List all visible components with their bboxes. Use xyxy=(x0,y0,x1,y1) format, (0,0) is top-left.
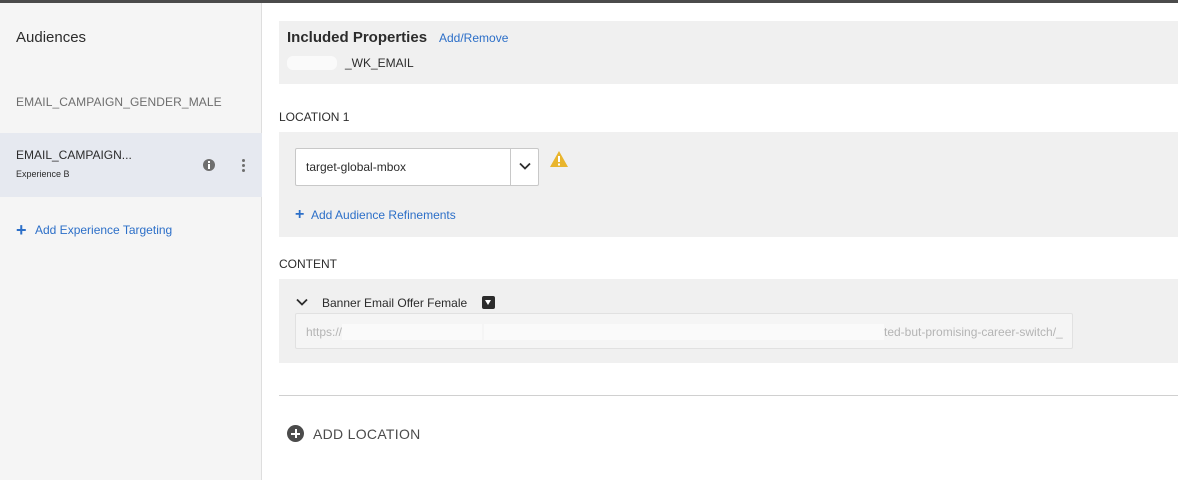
add-audience-refinements-label: Add Audience Refinements xyxy=(311,208,456,222)
offer-name: Banner Email Offer Female xyxy=(322,296,468,310)
audiences-sidebar: Audiences EMAIL_CAMPAIGN_GENDER_MALE EMA… xyxy=(0,3,262,480)
content-panel: Banner Email Offer Female https:// ted-b… xyxy=(279,279,1178,363)
url-suffix: ted-but-promising-career-switch/_ xyxy=(884,325,1063,339)
info-icon[interactable] xyxy=(203,159,215,171)
audience-item-experience: Experience B xyxy=(16,169,70,179)
location-label: LOCATION 1 xyxy=(279,110,350,124)
redacted-area xyxy=(484,324,884,340)
warning-icon xyxy=(550,151,568,167)
property-value: _WK_EMAIL xyxy=(345,56,414,70)
add-audience-refinements-button[interactable]: + Add Audience Refinements xyxy=(295,206,456,224)
chevron-down-icon[interactable] xyxy=(295,295,309,309)
offer-dropdown-icon[interactable] xyxy=(482,296,495,309)
location-panel: target-global-mbox + Add Audience Refine… xyxy=(279,132,1178,237)
url-prefix: https:// xyxy=(306,325,343,339)
mbox-select-value: target-global-mbox xyxy=(306,160,407,174)
add-circle-icon xyxy=(287,425,304,442)
main-panel: Included Properties Add/Remove _WK_EMAIL… xyxy=(263,3,1178,480)
audience-item-selected[interactable]: EMAIL_CAMPAIGN... Experience B xyxy=(0,133,262,197)
divider xyxy=(279,395,1178,396)
offer-url-field[interactable]: https:// ted-but-promising-career-switch… xyxy=(295,313,1073,349)
add-location-label: ADD LOCATION xyxy=(313,425,421,442)
select-divider xyxy=(510,149,511,185)
plus-icon: + xyxy=(16,220,27,240)
sidebar-title: Audiences xyxy=(16,29,87,46)
add-experience-targeting-button[interactable]: + Add Experience Targeting xyxy=(16,221,172,239)
more-options-icon[interactable] xyxy=(242,159,246,173)
chevron-down-icon[interactable] xyxy=(518,159,532,173)
add-remove-link[interactable]: Add/Remove xyxy=(439,31,508,45)
included-properties-title: Included Properties xyxy=(287,29,428,46)
add-location-button[interactable]: ADD LOCATION xyxy=(287,425,421,442)
plus-icon: + xyxy=(295,206,305,223)
redacted-area xyxy=(342,324,482,340)
redacted-area xyxy=(287,56,337,70)
included-properties-panel: Included Properties Add/Remove _WK_EMAIL xyxy=(279,21,1178,84)
mbox-select[interactable]: target-global-mbox xyxy=(295,148,539,186)
content-label: CONTENT xyxy=(279,257,337,271)
audience-item-name: EMAIL_CAMPAIGN... xyxy=(16,148,132,162)
audience-item-male[interactable]: EMAIL_CAMPAIGN_GENDER_MALE xyxy=(16,95,222,109)
add-experience-targeting-label: Add Experience Targeting xyxy=(35,223,173,237)
